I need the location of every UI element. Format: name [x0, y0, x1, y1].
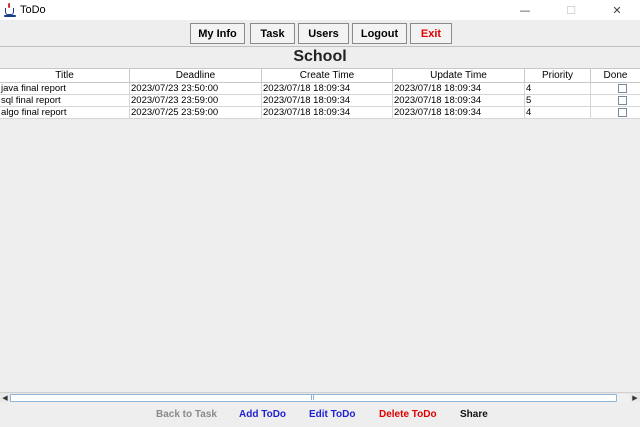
add-todo-button[interactable]: Add ToDo: [239, 409, 286, 420]
edit-todo-button[interactable]: Edit ToDo: [309, 409, 355, 420]
cell-update-time: 2023/07/18 18:09:34: [393, 83, 525, 94]
cell-create-time: 2023/07/18 18:09:34: [262, 83, 393, 94]
todo-table: Title Deadline Create Time Update Time P…: [0, 68, 640, 392]
scroll-grip-icon: [311, 395, 314, 400]
done-checkbox[interactable]: [618, 108, 627, 117]
horizontal-scrollbar[interactable]: ◀ ▶: [0, 392, 640, 402]
maximize-icon: ☐: [566, 3, 576, 17]
title-bar: ToDo — ☐ ✕: [0, 0, 640, 20]
top-navigation: My Info Task Users Logout Exit: [0, 23, 640, 45]
action-bar: Back to Task Add ToDo Edit ToDo Delete T…: [0, 403, 640, 427]
cell-priority: 4: [525, 107, 591, 118]
cell-priority: 4: [525, 83, 591, 94]
page-title: School: [293, 48, 347, 65]
cell-deadline: 2023/07/23 23:59:00: [130, 95, 262, 106]
table-row[interactable]: algo final report 2023/07/25 23:59:00 20…: [0, 107, 640, 119]
column-header-title[interactable]: Title: [0, 69, 130, 83]
window-title: ToDo: [20, 4, 46, 16]
column-header-update-time[interactable]: Update Time: [393, 69, 525, 83]
cell-title: sql final report: [0, 95, 130, 106]
exit-button[interactable]: Exit: [410, 23, 452, 44]
column-header-deadline[interactable]: Deadline: [130, 69, 262, 83]
cell-create-time: 2023/07/18 18:09:34: [262, 107, 393, 118]
table-row[interactable]: sql final report 2023/07/23 23:59:00 202…: [0, 95, 640, 107]
scroll-right-icon[interactable]: ▶: [630, 393, 640, 403]
window-controls: — ☐ ✕: [502, 0, 640, 20]
users-button[interactable]: Users: [298, 23, 349, 44]
logout-button[interactable]: Logout: [352, 23, 407, 44]
cell-done: [591, 107, 640, 118]
cell-title: algo final report: [0, 107, 130, 118]
java-app-icon: [3, 3, 17, 17]
table-header: Title Deadline Create Time Update Time P…: [0, 68, 640, 83]
cell-done: [591, 83, 640, 94]
cell-update-time: 2023/07/18 18:09:34: [393, 107, 525, 118]
cell-create-time: 2023/07/18 18:09:34: [262, 95, 393, 106]
my-info-button[interactable]: My Info: [190, 23, 245, 44]
table-row[interactable]: java final report 2023/07/23 23:50:00 20…: [0, 83, 640, 95]
separator: [0, 46, 640, 47]
delete-todo-button[interactable]: Delete ToDo: [379, 409, 437, 420]
cell-done: [591, 95, 640, 106]
minimize-icon[interactable]: —: [502, 0, 548, 20]
column-header-priority[interactable]: Priority: [525, 69, 591, 83]
column-header-create-time[interactable]: Create Time: [262, 69, 393, 83]
cell-update-time: 2023/07/18 18:09:34: [393, 95, 525, 106]
cell-deadline: 2023/07/25 23:59:00: [130, 107, 262, 118]
cell-title: java final report: [0, 83, 130, 94]
column-header-done[interactable]: Done: [591, 69, 640, 83]
task-button[interactable]: Task: [250, 23, 295, 44]
back-to-task-button[interactable]: Back to Task: [156, 409, 217, 420]
close-icon[interactable]: ✕: [594, 0, 640, 20]
cell-priority: 5: [525, 95, 591, 106]
cell-deadline: 2023/07/23 23:50:00: [130, 83, 262, 94]
share-button[interactable]: Share: [460, 409, 488, 420]
scroll-left-icon[interactable]: ◀: [0, 393, 10, 403]
done-checkbox[interactable]: [618, 96, 627, 105]
done-checkbox[interactable]: [618, 84, 627, 93]
